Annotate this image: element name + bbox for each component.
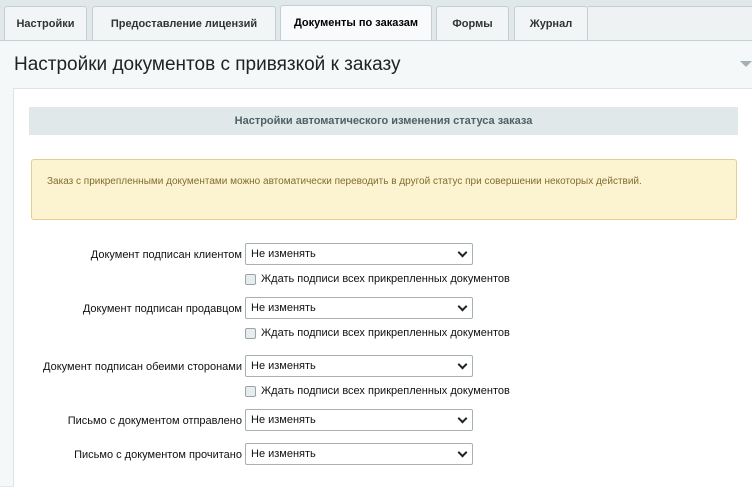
tab-journal[interactable]: Журнал [514,6,588,40]
select-value: Не изменять [251,448,316,460]
field-label-seller-signed: Документ подписан продавцом [82,303,242,315]
row-label-wrap: Документ подписан продавцом [14,300,242,320]
tab-forms[interactable]: Формы [436,6,509,40]
chevron-down-icon [457,447,468,458]
tab-bar-filler [588,6,752,40]
chevron-down-icon [457,413,468,424]
settings-content: Настройки автоматического изменения стат… [13,88,752,487]
row-label-wrap: Документ подписан обеими сторонами [14,358,242,378]
section-heading: Настройки автоматического изменения стат… [29,107,738,135]
wait-all-checkbox[interactable] [245,327,256,339]
field-label-client-signed: Документ подписан клиентом [90,249,242,261]
chevron-down-icon [457,301,468,312]
checkbox-label: Ждать подписи всех прикрепленных докумен… [261,385,510,397]
tab-bar: Настройки Предоставление лицензий Докуме… [0,0,752,40]
select-value: Не изменять [251,360,316,372]
field-label-email-sent: Письмо с документом отправлено [67,415,242,427]
wait-all-checkbox[interactable] [245,385,256,397]
tab-settings[interactable]: Настройки [4,6,87,40]
wait-all-checkbox-row[interactable]: Ждать подписи всех прикрепленных докумен… [245,325,510,341]
status-select-seller-signed[interactable]: Не изменять [245,297,473,319]
tab-order-documents[interactable]: Документы по заказам [280,5,432,40]
chevron-down-icon [457,247,468,258]
info-notice: Заказ с прикрепленными документами можно… [31,159,737,220]
wait-all-checkbox-row[interactable]: Ждать подписи всех прикрепленных докумен… [245,271,510,287]
checkbox-label: Ждать подписи всех прикрепленных докумен… [261,273,510,285]
field-label-email-read: Письмо с документом прочитано [74,449,242,461]
tab-licenses[interactable]: Предоставление лицензий [92,6,276,40]
checkbox-label: Ждать подписи всех прикрепленных докумен… [261,327,510,339]
status-select-email-read[interactable]: Не изменять [245,443,473,465]
wait-all-checkbox-row[interactable]: Ждать подписи всех прикрепленных докумен… [245,383,510,399]
row-label-wrap: Документ подписан клиентом [14,246,242,266]
field-label-both-signed: Документ подписан обеими сторонами [43,361,242,373]
chevron-down-icon [457,359,468,370]
page-title: Настройки документов с привязкой к заказ… [14,54,401,75]
collapse-icon[interactable] [740,61,752,67]
status-select-client-signed[interactable]: Не изменять [245,243,473,265]
select-value: Не изменять [251,302,316,314]
wait-all-checkbox[interactable] [245,273,256,285]
select-value: Не изменять [251,414,316,426]
row-label-wrap: Письмо с документом отправлено [14,412,242,432]
row-label-wrap: Письмо с документом прочитано [14,446,242,466]
status-select-both-signed[interactable]: Не изменять [245,355,473,377]
select-value: Не изменять [251,248,316,260]
settings-panel: Настройки документов с привязкой к заказ… [0,40,752,487]
status-select-email-sent[interactable]: Не изменять [245,409,473,431]
